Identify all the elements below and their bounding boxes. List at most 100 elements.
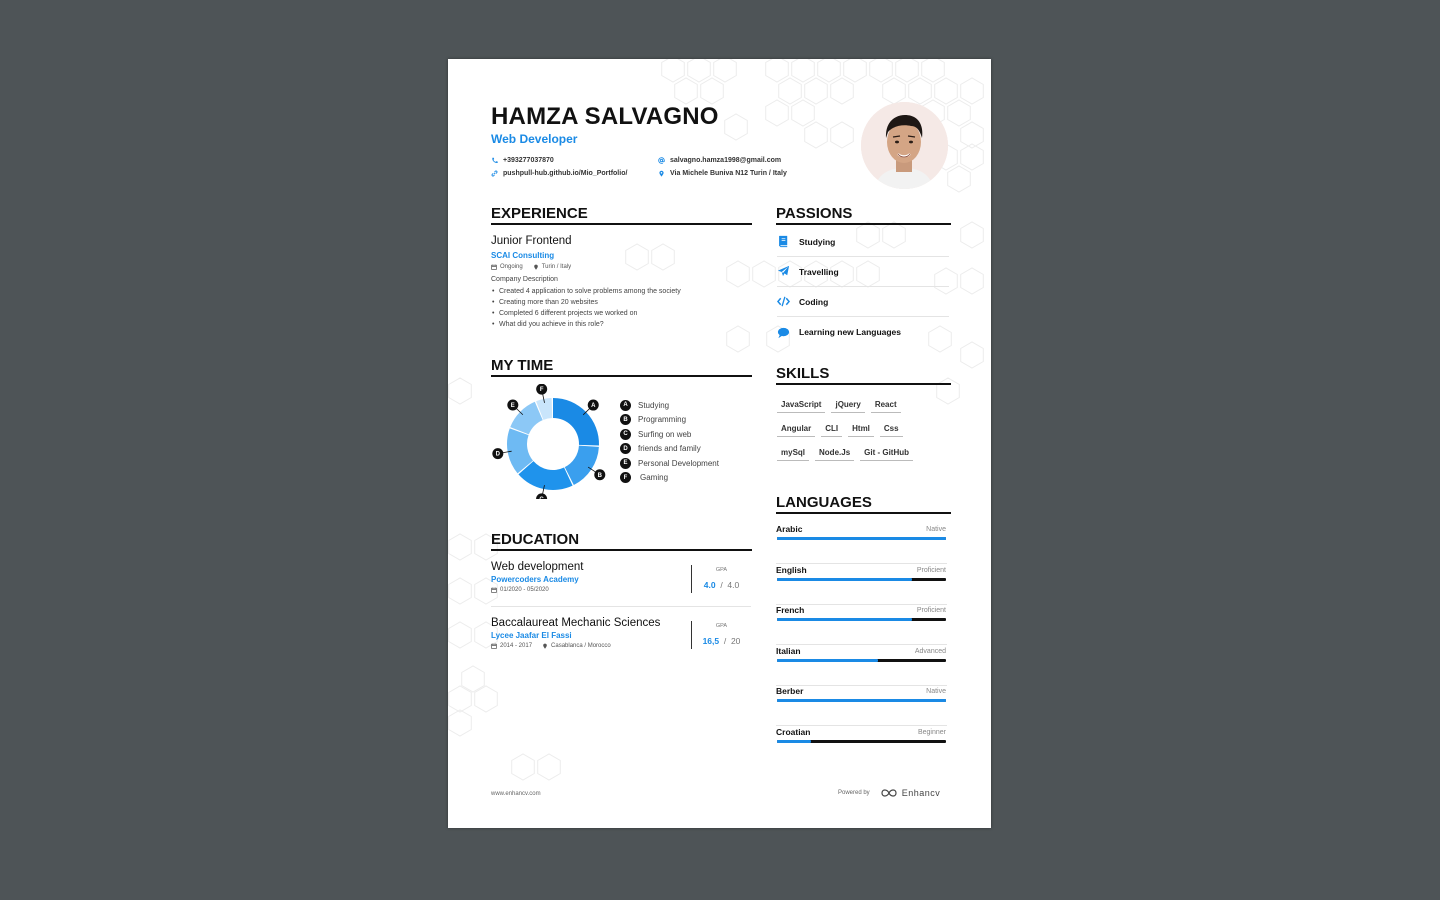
hexagon-shape <box>687 59 711 83</box>
phone-text: +393277037870 <box>503 157 554 164</box>
legend-item: F Gaming <box>620 471 719 486</box>
hexagon-shape <box>960 267 984 295</box>
email-contact[interactable]: salvagno.hamza1998@gmail.com <box>658 157 781 164</box>
legend-label: friends and family <box>638 444 701 454</box>
language-name: Italian <box>776 646 801 656</box>
language-name: Berber <box>776 686 804 696</box>
skill-tag: Css <box>879 424 903 437</box>
legend-marker: F <box>620 472 631 484</box>
language-name: Croatian <box>776 727 811 737</box>
passion-item-travelling: Travelling <box>777 257 949 287</box>
language-proficiency-bar <box>777 699 946 702</box>
calendar-icon <box>491 587 497 593</box>
candidate-role: Web Developer <box>491 132 578 146</box>
hexagon-shape <box>726 260 750 288</box>
legend-marker: B <box>620 414 631 426</box>
legend-marker: E <box>620 457 631 469</box>
language-proficiency-fill <box>777 578 913 581</box>
donut-label: F <box>540 387 544 393</box>
education-date: 2014 - 2017 <box>500 643 533 649</box>
hexagon-shape <box>448 533 472 561</box>
languages-section-title: LANGUAGES <box>776 494 951 514</box>
skill-tag: Angular <box>777 424 816 437</box>
hexagon-shape <box>537 753 561 781</box>
hexagon-shape <box>869 59 893 83</box>
hexagon-shape <box>817 59 841 83</box>
website-contact[interactable]: pushpull-hub.github.io/Mio_Portfolio/ <box>491 170 627 177</box>
skill-tag: mySql <box>777 448 810 461</box>
company-description: Company Description <box>491 276 558 283</box>
gpa-value: 4.0 / 4.0 <box>703 580 740 590</box>
language-item: Berber Native <box>776 686 947 726</box>
candidate-name: HAMZA SALVAGNO <box>491 103 719 130</box>
language-proficiency-bar <box>777 659 946 662</box>
language-item: Croatian Beginner <box>776 727 947 767</box>
gpa-max: 20 <box>730 636 741 646</box>
hexagon-shape <box>843 59 867 83</box>
hexagon-shape <box>765 99 789 127</box>
time-legend: A Studying B Programming C Surfing on web D… <box>620 398 719 485</box>
language-proficiency-fill <box>777 659 879 662</box>
hexagon-shape <box>830 77 854 105</box>
language-proficiency-fill <box>777 699 946 702</box>
language-proficiency-fill <box>777 537 946 540</box>
language-level: Beginner <box>917 729 946 736</box>
passion-label: Travelling <box>799 266 839 277</box>
donut-label: B <box>598 473 603 479</box>
enhancv-logo: Enhancv <box>880 788 941 798</box>
plane-icon <box>777 265 790 277</box>
resume-page: HAMZA SALVAGNO Web Developer +3932770378… <box>448 59 991 828</box>
calendar-icon <box>491 643 497 649</box>
language-item: Arabic Native <box>776 524 947 564</box>
hexagon-shape <box>625 243 649 271</box>
chat-icon <box>777 327 790 338</box>
education-section-title: EDUCATION <box>491 531 752 551</box>
skills-list: JavaScript jQuery React Angular CLI Html… <box>777 400 952 461</box>
skills-section-title: SKILLS <box>776 365 951 385</box>
achievement-item: What did you achieve in this role? <box>491 319 751 330</box>
calendar-icon <box>491 264 497 270</box>
hexagon-shape <box>947 99 971 127</box>
passion-item-learning-languages: Learning new Languages <box>777 317 949 347</box>
language-level: Native <box>926 688 946 695</box>
language-proficiency-bar <box>777 618 946 621</box>
address-text: Via Michele Buniva N12 Turin / Italy <box>670 170 787 177</box>
hexagon-shape <box>830 121 854 149</box>
language-level: Proficient <box>916 607 946 614</box>
education-location: Casablanca / Morocco <box>551 643 611 649</box>
skill-tag: Html <box>848 424 874 437</box>
hexagon-shape <box>765 59 789 83</box>
language-proficiency-bar <box>777 537 946 540</box>
job-location: Turin / Italy <box>541 264 572 270</box>
phone-contact[interactable]: +393277037870 <box>491 157 554 164</box>
education-date: 01/2020 - 05/2020 <box>500 587 549 593</box>
brand-name: Enhancv <box>901 788 941 798</box>
location-pin-icon <box>533 264 538 270</box>
hexagon-shape <box>651 243 675 271</box>
location-pin-icon <box>659 170 664 177</box>
passion-label: Studying <box>799 236 836 247</box>
profile-photo <box>861 102 948 189</box>
education-entry: Web development Powercoders Academy 01/2… <box>491 561 751 607</box>
language-level: Proficient <box>916 567 946 574</box>
address-contact: Via Michele Buniva N12 Turin / Italy <box>658 170 787 177</box>
language-proficiency-bar <box>777 740 946 743</box>
legend-label: Surfing on web <box>638 429 692 439</box>
footer-website[interactable]: www.enhancv.com <box>491 791 541 797</box>
gpa-label: GPA <box>715 567 728 573</box>
hexagon-shape <box>511 753 535 781</box>
achievement-item: Created 4 application to solve problems … <box>491 286 751 297</box>
hexagon-shape <box>448 377 472 405</box>
hexagon-shape <box>791 59 815 83</box>
donut-label: A <box>591 403 596 409</box>
hexagon-shape <box>960 77 984 105</box>
gpa-score: 4.0 <box>703 580 716 590</box>
company-name: SCAI Consulting <box>491 251 555 260</box>
hexagon-shape <box>674 77 698 105</box>
footer-powered-by[interactable]: Powered by Enhancv <box>838 788 940 798</box>
language-item: French Proficient <box>776 605 947 645</box>
legend-item: A Studying <box>620 398 719 413</box>
hexagon-shape <box>448 709 472 737</box>
gpa-score: 16,5 <box>702 636 720 646</box>
passion-item-coding: Coding <box>777 287 949 317</box>
